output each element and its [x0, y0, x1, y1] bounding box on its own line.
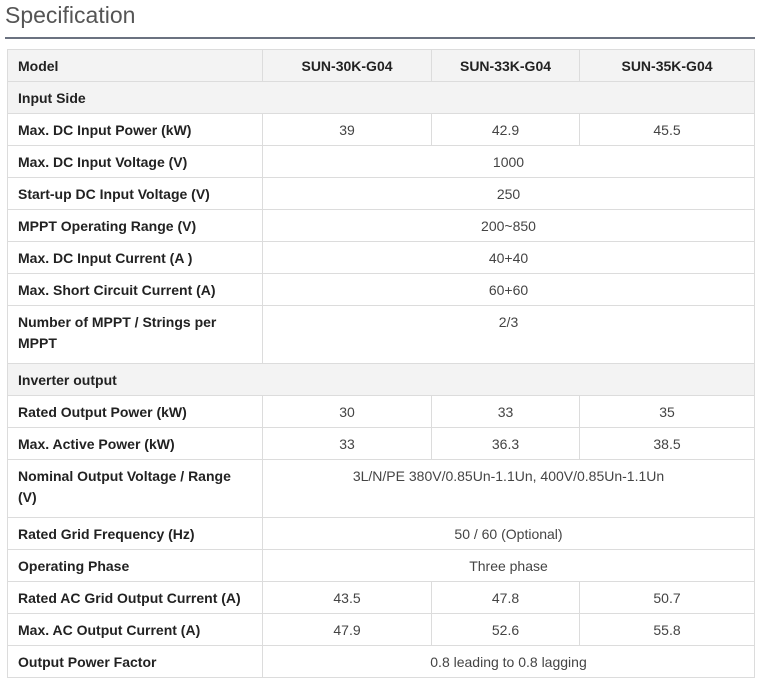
- table-row: Start-up DC Input Voltage (V) 250: [7, 177, 755, 210]
- table-row: Max. DC Input Current (A ) 40+40: [7, 241, 755, 274]
- table-row: MPPT Operating Range (V) 200~850: [7, 209, 755, 242]
- row-value: 47.9: [262, 613, 432, 646]
- row-value: 33: [431, 395, 580, 428]
- table-row: Max. DC Input Power (kW) 39 42.9 45.5: [7, 113, 755, 146]
- table-row: Rated AC Grid Output Current (A) 43.5 47…: [7, 581, 755, 614]
- header-model-1: SUN-30K-G04: [262, 49, 432, 82]
- row-label: Max. Short Circuit Current (A): [7, 273, 263, 306]
- row-label: Number of MPPT / Strings per MPPT: [7, 305, 263, 364]
- row-value: 33: [262, 427, 432, 460]
- row-label: Max. DC Input Current (A ): [7, 241, 263, 274]
- header-model: Model: [7, 49, 263, 82]
- row-value: 38.5: [579, 427, 755, 460]
- section-row-input: Input Side: [7, 81, 755, 114]
- row-value: 250: [262, 177, 755, 210]
- row-value: 2/3: [262, 305, 755, 364]
- specification-table: Model SUN-30K-G04 SUN-33K-G04 SUN-35K-G0…: [7, 49, 755, 678]
- table-row: Rated Output Power (kW) 30 33 35: [7, 395, 755, 428]
- row-label: Nominal Output Voltage / Range (V): [7, 459, 263, 518]
- row-label: Operating Phase: [7, 549, 263, 582]
- row-value: 50.7: [579, 581, 755, 614]
- row-value: 30: [262, 395, 432, 428]
- row-value: 42.9: [431, 113, 580, 146]
- row-label: Rated AC Grid Output Current (A): [7, 581, 263, 614]
- table-row: Max. Active Power (kW) 33 36.3 38.5: [7, 427, 755, 460]
- page-title: Specification: [5, 2, 136, 28]
- row-label: Max. DC Input Voltage (V): [7, 145, 263, 178]
- row-label: Output Power Factor: [7, 645, 263, 678]
- row-label: Rated Output Power (kW): [7, 395, 263, 428]
- title-divider: [5, 37, 755, 39]
- row-value: Three phase: [262, 549, 755, 582]
- row-label: MPPT Operating Range (V): [7, 209, 263, 242]
- row-label: Max. DC Input Power (kW): [7, 113, 263, 146]
- header-model-2: SUN-33K-G04: [431, 49, 580, 82]
- row-value: 200~850: [262, 209, 755, 242]
- row-value: 35: [579, 395, 755, 428]
- table-row: Operating Phase Three phase: [7, 549, 755, 582]
- row-value: 52.6: [431, 613, 580, 646]
- section-inverter-output: Inverter output: [7, 363, 755, 396]
- row-value: 3L/N/PE 380V/0.85Un-1.1Un, 400V/0.85Un-1…: [262, 459, 755, 518]
- table-header-row: Model SUN-30K-G04 SUN-33K-G04 SUN-35K-G0…: [7, 49, 755, 82]
- section-row-output: Inverter output: [7, 363, 755, 396]
- row-label: Max. Active Power (kW): [7, 427, 263, 460]
- row-value: 50 / 60 (Optional): [262, 517, 755, 550]
- row-value: 43.5: [262, 581, 432, 614]
- row-value: 45.5: [579, 113, 755, 146]
- header-model-3: SUN-35K-G04: [579, 49, 755, 82]
- section-input-side: Input Side: [7, 81, 755, 114]
- table-row: Max. DC Input Voltage (V) 1000: [7, 145, 755, 178]
- row-label: Rated Grid Frequency (Hz): [7, 517, 263, 550]
- table-row: Nominal Output Voltage / Range (V) 3L/N/…: [7, 459, 755, 518]
- row-label: Max. AC Output Current (A): [7, 613, 263, 646]
- row-value: 55.8: [579, 613, 755, 646]
- row-value: 36.3: [431, 427, 580, 460]
- row-value: 0.8 leading to 0.8 lagging: [262, 645, 755, 678]
- table-row: Max. AC Output Current (A) 47.9 52.6 55.…: [7, 613, 755, 646]
- row-value: 60+60: [262, 273, 755, 306]
- table-row: Max. Short Circuit Current (A) 60+60: [7, 273, 755, 306]
- table-row: Number of MPPT / Strings per MPPT 2/3: [7, 305, 755, 364]
- row-label: Start-up DC Input Voltage (V): [7, 177, 263, 210]
- row-value: 47.8: [431, 581, 580, 614]
- row-value: 40+40: [262, 241, 755, 274]
- table-row: Output Power Factor 0.8 leading to 0.8 l…: [7, 645, 755, 678]
- table-row: Rated Grid Frequency (Hz) 50 / 60 (Optio…: [7, 517, 755, 550]
- row-value: 1000: [262, 145, 755, 178]
- row-value: 39: [262, 113, 432, 146]
